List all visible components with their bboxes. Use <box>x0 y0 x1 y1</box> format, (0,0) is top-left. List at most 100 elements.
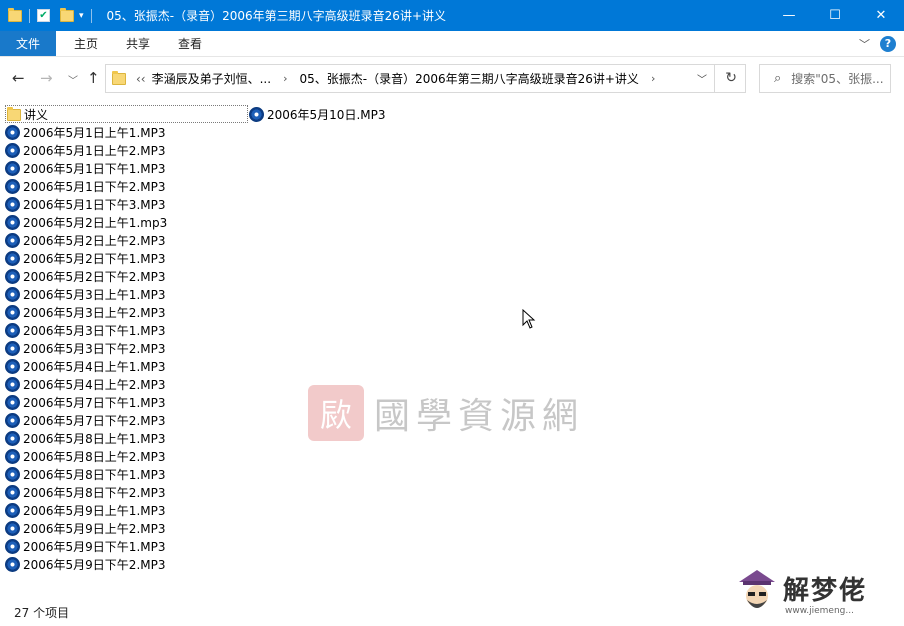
file-name: 讲义 <box>24 107 49 122</box>
file-name: 2006年5月2日上午1.mp3 <box>23 215 168 230</box>
file-item[interactable]: 2006年5月8日下午2.MP3 <box>5 483 165 501</box>
tab-view[interactable]: 查看 <box>164 31 216 56</box>
file-name: 2006年5月9日上午2.MP3 <box>23 521 166 536</box>
file-item[interactable]: 2006年5月1日下午1.MP3 <box>5 159 165 177</box>
breadcrumb-item-current[interactable]: 05、张振杰-（录音）2006年第三期八字高级班录音26讲+讲义 <box>299 70 638 87</box>
folder-icon <box>7 107 21 121</box>
properties-icon[interactable]: ✔ <box>37 9 50 22</box>
file-name: 2006年5月8日下午1.MP3 <box>23 467 166 482</box>
media-file-icon <box>5 268 20 284</box>
maximize-button[interactable]: ☐ <box>812 0 858 31</box>
file-name: 2006年5月7日下午2.MP3 <box>23 413 166 428</box>
new-folder-icon[interactable] <box>60 7 74 22</box>
file-item[interactable]: 2006年5月10日.MP3 <box>249 105 385 123</box>
file-name: 2006年5月3日下午2.MP3 <box>23 341 166 356</box>
file-item[interactable]: 2006年5月2日上午2.MP3 <box>5 231 165 249</box>
toolbar-separator <box>29 8 30 23</box>
up-arrow-icon[interactable]: ↑ <box>87 69 100 87</box>
media-file-icon <box>5 196 20 212</box>
tab-share[interactable]: 共享 <box>112 31 164 56</box>
file-item[interactable]: 2006年5月4日上午1.MP3 <box>5 357 165 375</box>
media-file-icon <box>5 394 20 410</box>
file-item[interactable]: 2006年5月7日下午2.MP3 <box>5 411 165 429</box>
logo-url: www.jiemeng... <box>785 606 854 616</box>
media-file-icon <box>5 142 20 158</box>
navigation-bar: ← → ﹀ ↑ ‹‹ 李涵辰及弟子刘恒、... › 05、张振杰-（录音）200… <box>0 57 904 99</box>
file-item[interactable]: 2006年5月2日下午1.MP3 <box>5 249 165 267</box>
fortune-teller-icon <box>739 570 775 608</box>
media-file-icon <box>5 304 20 320</box>
media-file-icon <box>5 250 20 266</box>
file-name: 2006年5月1日上午2.MP3 <box>23 143 166 158</box>
ribbon-tabs: 文件 主页 共享 查看 ﹀ ? <box>0 31 904 57</box>
file-item[interactable]: 2006年5月8日下午1.MP3 <box>5 465 165 483</box>
media-file-icon <box>5 160 20 176</box>
customize-toolbar-icon[interactable]: ▾ <box>79 11 84 21</box>
file-name: 2006年5月2日上午2.MP3 <box>23 233 166 248</box>
file-name: 2006年5月1日上午1.MP3 <box>23 125 166 140</box>
file-item[interactable]: 2006年5月1日下午3.MP3 <box>5 195 165 213</box>
window-controls: — ☐ ✕ <box>766 0 904 31</box>
folder-item[interactable]: 讲义 <box>5 105 248 123</box>
file-name: 2006年5月8日下午2.MP3 <box>23 485 166 500</box>
media-file-icon <box>5 124 20 140</box>
file-item[interactable]: 2006年5月1日上午2.MP3 <box>5 141 165 159</box>
toolbar-separator <box>90 8 92 23</box>
window-title: 05、张振杰-（录音）2006年第三期八字高级班录音26讲+讲义 <box>106 9 446 23</box>
file-item[interactable]: 2006年5月9日上午2.MP3 <box>5 519 165 537</box>
file-item[interactable]: 2006年5月2日下午2.MP3 <box>5 267 165 285</box>
media-file-icon <box>5 538 20 554</box>
address-dropdown-icon[interactable]: ﹀ <box>697 71 707 86</box>
address-divider <box>714 65 715 92</box>
help-icon[interactable]: ? <box>880 36 896 52</box>
forward-arrow-icon[interactable]: → <box>40 69 53 87</box>
title-bar: ✔ ▾ 05、张振杰-（录音）2006年第三期八字高级班录音26讲+讲义 — ☐… <box>0 0 904 31</box>
file-item[interactable]: 2006年5月3日上午2.MP3 <box>5 303 165 321</box>
file-name: 2006年5月2日下午1.MP3 <box>23 251 166 266</box>
file-name: 2006年5月3日上午2.MP3 <box>23 305 166 320</box>
media-file-icon <box>5 484 20 500</box>
refresh-icon[interactable]: ↻ <box>725 70 737 86</box>
breadcrumb-overflow[interactable]: ‹‹ <box>136 72 146 86</box>
file-name: 2006年5月1日下午2.MP3 <box>23 179 166 194</box>
watermark-seal: 㰮 <box>308 385 364 441</box>
tab-home[interactable]: 主页 <box>60 31 112 56</box>
media-file-icon <box>5 178 20 194</box>
mouse-cursor-icon <box>522 309 536 329</box>
breadcrumb-item[interactable]: 李涵辰及弟子刘恒、... <box>152 70 271 87</box>
file-item[interactable]: 2006年5月7日下午1.MP3 <box>5 393 165 411</box>
file-name: 2006年5月4日上午2.MP3 <box>23 377 166 392</box>
tab-file[interactable]: 文件 <box>0 31 57 56</box>
file-item[interactable]: 2006年5月2日上午1.mp3 <box>5 213 167 231</box>
file-item[interactable]: 2006年5月8日上午1.MP3 <box>5 429 165 447</box>
media-file-icon <box>249 106 264 122</box>
media-file-icon <box>5 322 20 338</box>
file-item[interactable]: 2006年5月9日下午2.MP3 <box>5 555 165 573</box>
media-file-icon <box>5 340 20 356</box>
file-item[interactable]: 2006年5月9日上午1.MP3 <box>5 501 165 519</box>
file-item[interactable]: 2006年5月3日下午1.MP3 <box>5 321 165 339</box>
minimize-button[interactable]: — <box>766 0 812 31</box>
back-arrow-icon[interactable]: ← <box>12 69 25 87</box>
file-item[interactable]: 2006年5月1日下午2.MP3 <box>5 177 165 195</box>
file-name: 2006年5月8日上午2.MP3 <box>23 449 166 464</box>
file-item[interactable]: 2006年5月8日上午2.MP3 <box>5 447 165 465</box>
quick-access-toolbar: ✔ ▾ <box>0 0 99 31</box>
search-input[interactable]: ⌕ 搜索"05、张振... <box>759 64 891 93</box>
file-name: 2006年5月8日上午1.MP3 <box>23 431 166 446</box>
file-name: 2006年5月9日下午1.MP3 <box>23 539 166 554</box>
media-file-icon <box>5 286 20 302</box>
file-list-area[interactable]: 讲义 2006年5月10日.MP3 2006年5月1日上午1.MP3 2006年5月1… <box>0 99 904 599</box>
file-item[interactable]: 2006年5月1日上午1.MP3 <box>5 123 165 141</box>
expand-ribbon-icon[interactable]: ﹀ <box>859 36 870 52</box>
close-button[interactable]: ✕ <box>858 0 904 31</box>
chevron-right-icon[interactable]: › <box>283 72 287 85</box>
address-bar[interactable]: ‹‹ 李涵辰及弟子刘恒、... › 05、张振杰-（录音）2006年第三期八字高… <box>105 64 746 93</box>
ribbon-right-controls: ﹀ ? <box>859 36 896 52</box>
recent-locations-chevron-icon[interactable]: ﹀ <box>68 72 78 87</box>
file-item[interactable]: 2006年5月3日上午1.MP3 <box>5 285 165 303</box>
file-item[interactable]: 2006年5月4日上午2.MP3 <box>5 375 165 393</box>
chevron-right-icon[interactable]: › <box>651 72 655 85</box>
file-item[interactable]: 2006年5月3日下午2.MP3 <box>5 339 165 357</box>
file-item[interactable]: 2006年5月9日下午1.MP3 <box>5 537 165 555</box>
